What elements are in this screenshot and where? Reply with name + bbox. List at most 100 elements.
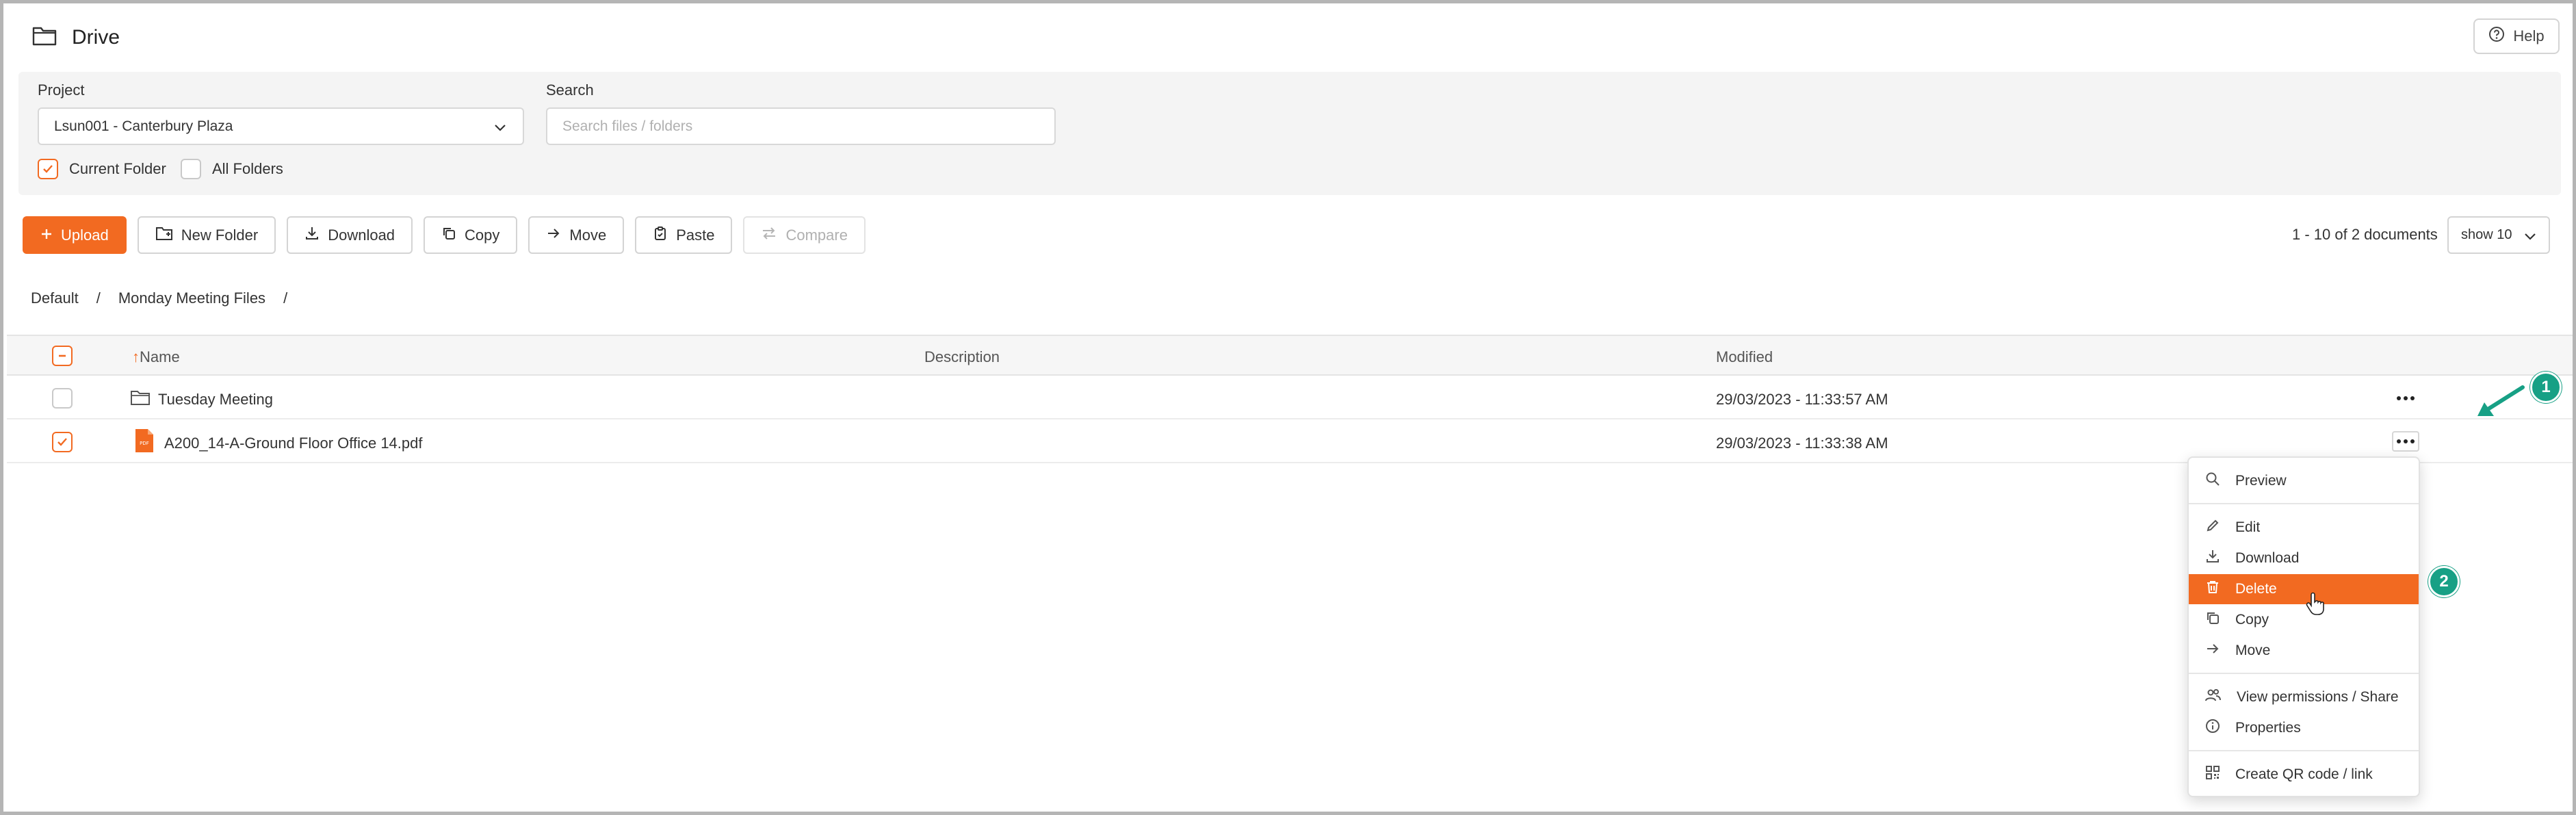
breadcrumb-separator: /	[96, 289, 101, 307]
chevron-down-icon	[2523, 229, 2538, 248]
current-folder-checkbox[interactable]	[38, 159, 58, 179]
clipboard-icon	[653, 226, 668, 245]
users-icon	[2205, 688, 2222, 707]
move-button[interactable]: Move	[528, 216, 625, 254]
hand-cursor-icon	[2306, 592, 2324, 615]
chevron-down-icon	[493, 120, 508, 139]
menu-item-label: Copy	[2235, 612, 2269, 628]
name-column-label: Name	[140, 348, 180, 365]
menu-item-label: Download	[2235, 550, 2300, 566]
download-button[interactable]: Download	[287, 216, 413, 254]
minus-icon	[59, 354, 66, 357]
move-label: Move	[569, 226, 607, 244]
download-icon	[2205, 549, 2220, 568]
page-size-value: show 10	[2461, 227, 2512, 242]
menu-item-properties[interactable]: Properties	[2189, 713, 2419, 743]
qr-code-icon	[2205, 765, 2220, 784]
search-icon	[2205, 471, 2220, 491]
row-name[interactable]: A200_14-A-Ground Floor Office 14.pdf	[164, 435, 422, 452]
row-modified: 29/03/2023 - 11:33:57 AM	[1716, 391, 1888, 408]
page-title: Drive	[72, 25, 120, 49]
document-count: 1 - 10 of 2 documents	[2292, 226, 2438, 243]
compare-arrows-icon	[761, 226, 777, 245]
folder-icon	[32, 25, 57, 49]
project-label: Project	[38, 81, 85, 99]
row-context-menu: Preview Edit Download Delete Copy Move V…	[2187, 456, 2420, 797]
help-button[interactable]: Help	[2473, 18, 2560, 54]
copy-label: Copy	[465, 226, 500, 244]
pdf-file-icon: PDF	[135, 429, 153, 456]
menu-divider	[2189, 750, 2419, 751]
upload-button[interactable]: Upload	[23, 216, 127, 254]
name-column-header[interactable]: ↑Name	[132, 348, 180, 366]
row-modified: 29/03/2023 - 11:33:38 AM	[1716, 435, 1888, 452]
arrow-right-icon	[546, 226, 561, 245]
project-value: Lsun001 - Canterbury Plaza	[54, 118, 233, 134]
download-icon	[304, 226, 320, 245]
row-checkbox[interactable]	[52, 388, 73, 409]
project-select[interactable]: Lsun001 - Canterbury Plaza	[38, 107, 524, 145]
paste-label: Paste	[676, 226, 715, 244]
row-name[interactable]: Tuesday Meeting	[158, 391, 273, 409]
menu-item-copy[interactable]: Copy	[2189, 605, 2419, 635]
page-header: Drive	[32, 25, 120, 49]
menu-item-label: Delete	[2235, 581, 2277, 597]
info-icon	[2205, 719, 2220, 738]
compare-button[interactable]: Compare	[743, 216, 866, 254]
table-row[interactable]: Tuesday Meeting 29/03/2023 - 11:33:57 AM	[7, 377, 2573, 419]
menu-item-preview[interactable]: Preview	[2189, 466, 2419, 496]
menu-item-create-qr-code[interactable]: Create QR code / link	[2189, 760, 2419, 790]
help-circle-icon	[2488, 26, 2505, 47]
upload-label: Upload	[61, 226, 109, 244]
folder-icon	[130, 389, 151, 410]
menu-divider	[2189, 503, 2419, 504]
breadcrumb-default[interactable]: Default	[31, 289, 79, 307]
breadcrumb-separator: /	[283, 289, 288, 307]
menu-item-edit[interactable]: Edit	[2189, 513, 2419, 543]
check-icon	[43, 165, 53, 173]
row-actions-button[interactable]	[2392, 388, 2419, 409]
sort-asc-icon: ↑	[132, 348, 140, 365]
row-actions-button[interactable]	[2392, 431, 2419, 452]
menu-item-delete[interactable]: Delete	[2189, 574, 2419, 604]
breadcrumb: Default / Monday Meeting Files /	[31, 289, 287, 307]
menu-item-move[interactable]: Move	[2189, 636, 2419, 666]
filter-panel: Project Lsun001 - Canterbury Plaza Searc…	[18, 72, 2561, 195]
svg-text:PDF: PDF	[140, 441, 149, 446]
menu-divider	[2189, 673, 2419, 674]
arrow-right-icon	[2205, 641, 2220, 660]
toolbar: Upload New Folder Download Copy Move Pas…	[23, 216, 866, 254]
search-input[interactable]	[546, 107, 1056, 145]
all-folders-option[interactable]: All Folders	[181, 159, 283, 179]
table-header: ↑Name Description Modified	[7, 335, 2573, 376]
breadcrumb-monday-meeting-files[interactable]: Monday Meeting Files	[118, 289, 265, 307]
search-label: Search	[546, 81, 594, 99]
annotation-arrow	[2477, 385, 2525, 416]
new-folder-label: New Folder	[181, 226, 259, 244]
annotation-step-1-badge: 1	[2530, 372, 2562, 403]
menu-item-label: Preview	[2235, 473, 2287, 489]
folder-plus-icon	[155, 226, 173, 245]
annotation-step-2-badge: 2	[2428, 566, 2460, 597]
copy-button[interactable]: Copy	[424, 216, 518, 254]
menu-item-label: Move	[2235, 643, 2271, 658]
new-folder-button[interactable]: New Folder	[137, 216, 276, 254]
modified-column-header[interactable]: Modified	[1716, 348, 1773, 366]
all-folders-label: All Folders	[212, 160, 283, 177]
all-folders-checkbox[interactable]	[181, 159, 201, 179]
paste-button[interactable]: Paste	[635, 216, 733, 254]
description-column-header[interactable]: Description	[924, 348, 1000, 366]
page-size-select[interactable]: show 10	[2447, 216, 2550, 254]
menu-item-view-permissions[interactable]: View permissions / Share	[2189, 682, 2419, 712]
current-folder-label: Current Folder	[69, 160, 166, 177]
check-icon	[57, 438, 67, 446]
row-checkbox[interactable]	[52, 432, 73, 452]
trash-icon	[2205, 580, 2220, 599]
menu-item-download[interactable]: Download	[2189, 543, 2419, 573]
select-all-checkbox[interactable]	[52, 346, 73, 366]
menu-item-label: Properties	[2235, 720, 2301, 736]
current-folder-option[interactable]: Current Folder	[38, 159, 166, 179]
menu-item-label: Edit	[2235, 519, 2261, 535]
compare-label: Compare	[785, 226, 848, 244]
menu-item-label: Create QR code / link	[2235, 766, 2373, 782]
